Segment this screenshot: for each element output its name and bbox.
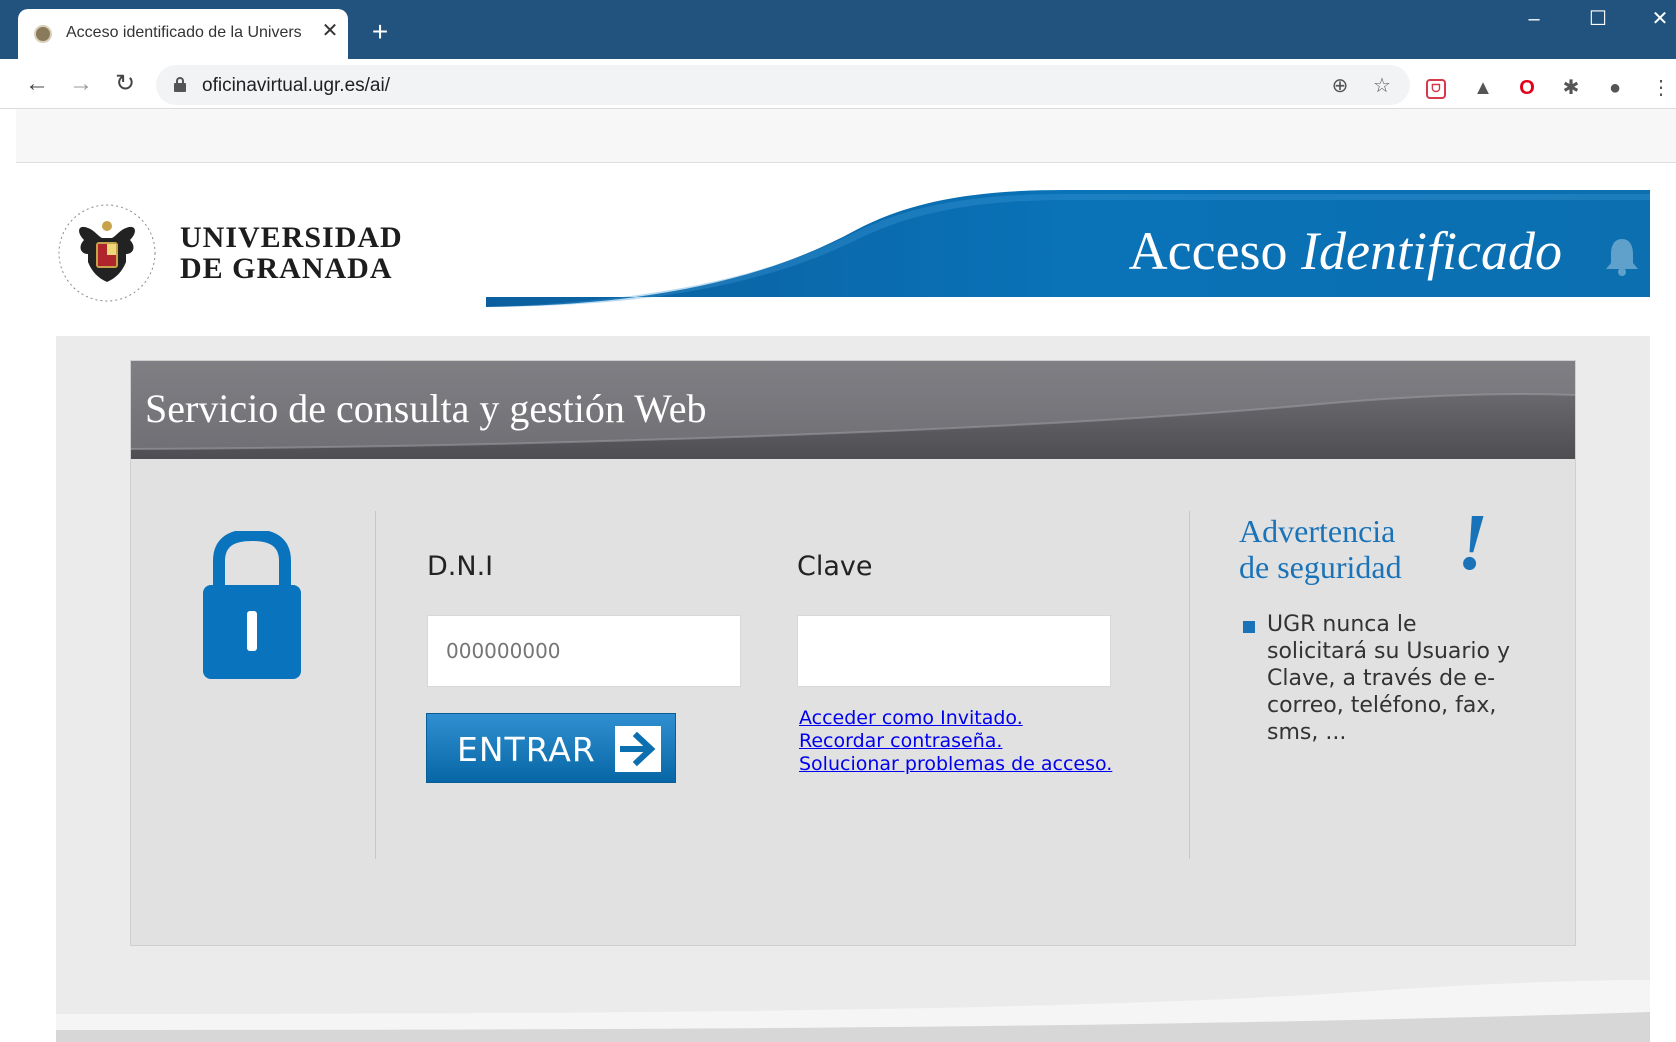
ugr-seal-logo: [58, 204, 156, 302]
password-input[interactable]: [797, 615, 1111, 687]
banner-title: Acceso Identificado: [1129, 220, 1562, 282]
login-panel: Servicio de consulta y gestión Web D.N.I…: [130, 360, 1576, 946]
security-warning-text: UGR nunca le solicitará su Usuario y Cla…: [1267, 612, 1510, 745]
security-warning-title: Advertencia de seguridad: [1239, 513, 1402, 585]
panel-header: Servicio de consulta y gestión Web: [131, 361, 1575, 459]
content-bottom-wave: [56, 980, 1650, 1042]
back-button[interactable]: ←: [20, 67, 54, 101]
page-header: UNIVERSIDAD DE GRANADA Acceso Identifica…: [56, 190, 1650, 310]
university-logo-text: UNIVERSIDAD DE GRANADA: [180, 222, 403, 284]
logo-line-1: UNIVERSIDAD: [180, 221, 403, 254]
entrar-button-label: ENTRAR: [457, 730, 596, 769]
browser-tab[interactable]: Acceso identificado de la Univers ✕: [18, 9, 348, 59]
banner-title-italic: Identificado: [1301, 221, 1562, 281]
dni-input[interactable]: [427, 615, 741, 687]
column-divider: [375, 511, 376, 859]
minimize-window-button[interactable]: –: [1514, 4, 1554, 34]
entrar-button[interactable]: ENTRAR: [426, 713, 676, 783]
bell-icon[interactable]: [1604, 236, 1640, 276]
maximize-window-button[interactable]: ☐: [1578, 4, 1618, 34]
drive-extension-icon[interactable]: ▲: [1470, 75, 1496, 101]
pocket-extension-icon[interactable]: ᗜ: [1426, 79, 1446, 99]
troubleshoot-access-link[interactable]: Solucionar problemas de acceso.: [799, 753, 1112, 776]
new-tab-button[interactable]: +: [366, 18, 394, 46]
close-window-button[interactable]: ✕: [1640, 4, 1676, 34]
zoom-icon[interactable]: ⊕: [1328, 74, 1352, 98]
bullet-icon: [1243, 621, 1255, 633]
close-tab-icon[interactable]: ✕: [318, 19, 342, 43]
reload-button[interactable]: ↻: [108, 67, 142, 101]
ugr-favicon-icon: [34, 25, 52, 43]
warning-title-line-2: de seguridad: [1239, 549, 1402, 585]
lock-icon[interactable]: [174, 77, 186, 92]
remember-password-link[interactable]: Recordar contraseña.: [799, 730, 1112, 753]
browser-menu-icon[interactable]: ⋮: [1648, 75, 1674, 101]
logo-line-2: DE GRANADA: [180, 252, 393, 285]
bookmark-star-icon[interactable]: ☆: [1370, 74, 1394, 98]
warning-title-line-1: Advertencia: [1239, 513, 1396, 549]
browser-titlebar: Acceso identificado de la Univers ✕ + – …: [0, 0, 1676, 59]
page-top-bar: [16, 109, 1676, 163]
browser-toolbar: ← → ↻ oficinavirtual.ugr.es/ai/ ⊕ ☆ ᗜ ▲ …: [0, 59, 1676, 109]
profile-avatar-icon[interactable]: ●: [1602, 75, 1628, 101]
tab-title: Acceso identificado de la Univers: [66, 24, 302, 41]
arrow-right-icon: [615, 726, 661, 772]
address-bar[interactable]: oficinavirtual.ugr.es/ai/ ⊕ ☆: [156, 65, 1410, 105]
url-text[interactable]: oficinavirtual.ugr.es/ai/: [202, 75, 390, 97]
forward-button[interactable]: →: [64, 67, 98, 101]
opera-extension-icon[interactable]: O: [1514, 75, 1540, 101]
padlock-icon: [203, 531, 301, 679]
exclamation-icon: !: [1457, 499, 1489, 587]
clave-label: Clave: [797, 551, 873, 582]
content-area: Servicio de consulta y gestión Web D.N.I…: [56, 336, 1650, 1042]
extensions-puzzle-icon[interactable]: ✱: [1558, 75, 1584, 101]
help-links: Acceder como Invitado. Recordar contrase…: [799, 707, 1112, 776]
panel-title: Servicio de consulta y gestión Web: [145, 386, 707, 431]
guest-access-link[interactable]: Acceder como Invitado.: [799, 707, 1112, 730]
banner-title-plain: Acceso: [1128, 221, 1302, 281]
dni-label: D.N.I: [427, 551, 494, 582]
column-divider: [1189, 511, 1190, 859]
